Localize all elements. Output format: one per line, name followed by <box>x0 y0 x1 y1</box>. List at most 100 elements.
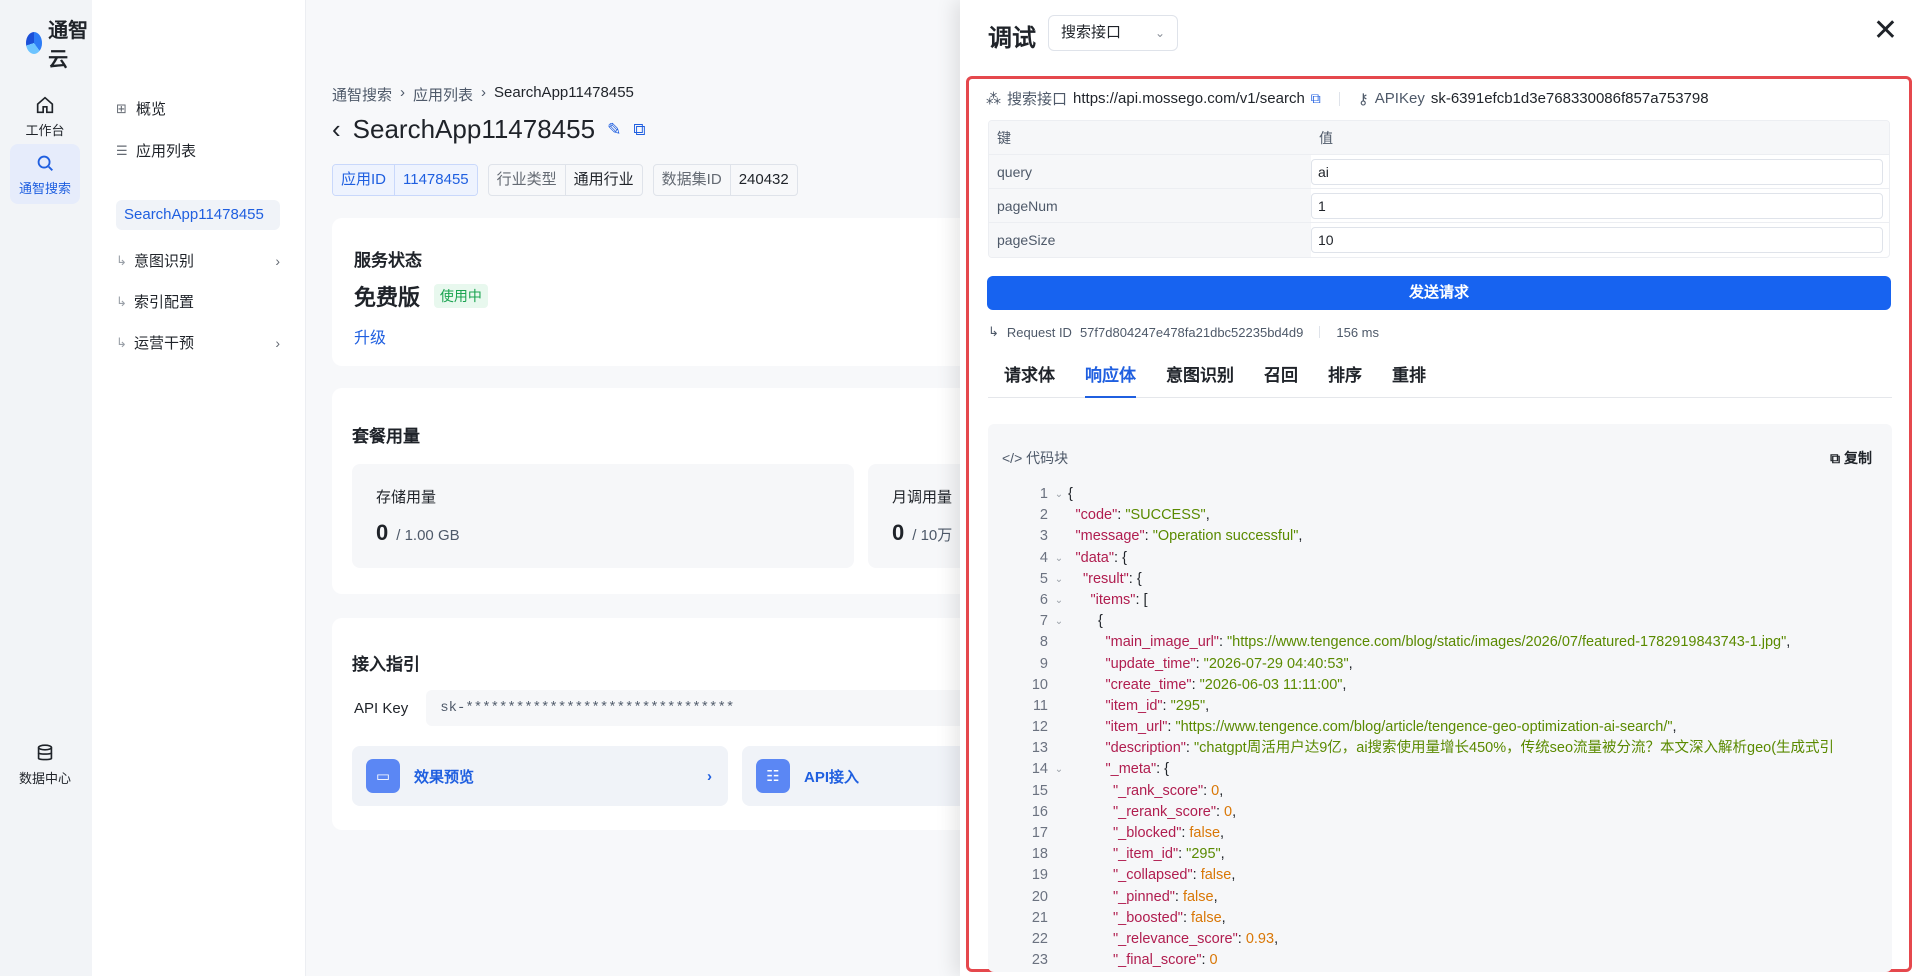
card-title: 接入指引 <box>352 655 420 674</box>
code-line: 17 "_blocked": false, <box>988 823 1892 844</box>
code-copy-button[interactable]: ⧉ 复制 <box>1830 448 1872 468</box>
rail-item-workbench[interactable]: 工作台 <box>10 86 80 146</box>
tab-intent[interactable]: 意图识别 <box>1166 358 1234 398</box>
param-value-input[interactable]: 1 <box>1311 193 1883 219</box>
copy-icon[interactable]: ⧉ <box>1311 90 1321 107</box>
preview-entry[interactable]: ▭ 效果预览 › <box>352 746 728 806</box>
line-number: 11 <box>1032 697 1048 714</box>
param-key: pageSize <box>989 223 1311 257</box>
param-key: pageNum <box>989 189 1311 222</box>
usage-unit: / 10万 <box>912 527 953 544</box>
edit-icon[interactable]: ✎ <box>607 120 621 140</box>
endpoint-label: 搜索接口 <box>1007 91 1068 108</box>
code-line: 5 ⌄ "result": { <box>988 569 1892 590</box>
brand-logo[interactable]: 通智云 <box>26 14 92 72</box>
response-tabs: 请求体 响应体 意图识别 召回 排序 重排 <box>988 358 1892 398</box>
tag-value: 通用行业 <box>573 171 634 188</box>
breadcrumb-item[interactable]: 通智搜索 <box>332 84 392 105</box>
fold-chevron-icon[interactable]: ⌄ <box>1052 569 1066 590</box>
home-icon <box>36 96 54 113</box>
copy-label: 复制 <box>1844 450 1872 466</box>
json-key: "_pinned" <box>1113 888 1175 905</box>
fold-chevron-icon[interactable]: ⌄ <box>1052 759 1066 780</box>
tab-rerank[interactable]: 重排 <box>1392 358 1426 398</box>
code-label: 代码块 <box>1026 450 1069 466</box>
interface-select[interactable]: 搜索接口 ⌄ <box>1048 15 1178 51</box>
subnav-item-label: 意图识别 <box>134 253 195 270</box>
key-icon: ⚷ <box>1357 90 1369 108</box>
json-punct: , <box>1298 528 1303 545</box>
json-punct: , <box>1786 634 1791 651</box>
code-line: 11 "item_id": "295", <box>988 696 1892 717</box>
branch-icon: ↳ <box>988 324 999 339</box>
param-value-input[interactable]: ai <box>1311 159 1883 185</box>
line-number: 13 <box>1031 740 1048 757</box>
breadcrumb-item[interactable]: 应用列表 <box>413 84 473 105</box>
divider <box>1319 326 1321 338</box>
line-number: 12 <box>1031 719 1048 736</box>
entry-label: API接入 <box>804 768 860 786</box>
json-key: "_boosted" <box>1113 909 1183 926</box>
tab-recall[interactable]: 召回 <box>1264 358 1298 398</box>
fold-chevron-icon[interactable]: ⌄ <box>1052 611 1066 632</box>
subnav-item-index[interactable]: ↳ 索引配置 <box>116 291 280 312</box>
fold-chevron-icon[interactable]: ⌄ <box>1052 484 1066 505</box>
api-key-value[interactable]: sk-******************************** <box>426 690 987 726</box>
header-key: 键 <box>989 121 1311 154</box>
json-literal: false <box>1189 825 1221 841</box>
rail-item-data-center[interactable]: 数据中心 <box>10 734 80 794</box>
tag-dataset-id[interactable]: 数据集ID 240432 <box>652 164 798 196</box>
apikey-label: APIKey <box>1374 90 1425 107</box>
line-text: "main_image_url": "https://www.tengence.… <box>1066 632 1791 653</box>
line-text: "description": "chatgpt周活用户达9亿，ai搜索使用量增长… <box>1066 738 1835 759</box>
subnav-item-app-list[interactable]: ☰ 应用列表 <box>116 140 196 161</box>
code-line: 21 "_boosted": false, <box>988 908 1892 929</box>
tag-key: 应用ID <box>333 165 396 195</box>
tab-response-body[interactable]: 响应体 <box>1085 358 1136 398</box>
fold-chevron-icon[interactable]: ⌄ <box>1052 590 1066 611</box>
line-text: "item_id": "295", <box>1066 696 1210 717</box>
subnav-item-intent[interactable]: ↳ 意图识别 › <box>116 250 280 271</box>
json-punct: : <box>1201 952 1210 969</box>
json-punct: : <box>1195 655 1204 672</box>
chevron-right-icon: › <box>275 252 280 269</box>
close-icon[interactable]: ✕ <box>1873 16 1898 46</box>
api-entry[interactable]: ☷ API接入 <box>742 746 982 806</box>
breadcrumb-separator: › <box>400 84 406 101</box>
back-icon[interactable]: ‹ <box>332 114 341 145</box>
json-punct: : <box>1144 528 1153 545</box>
line-number: 16 <box>1031 803 1048 820</box>
json-punct: , <box>1220 846 1225 863</box>
code-line: 13 "description": "chatgpt周活用户达9亿，ai搜索使用量… <box>988 738 1892 759</box>
send-request-button[interactable]: 发送请求 <box>987 276 1891 310</box>
tab-ranking[interactable]: 排序 <box>1328 358 1362 398</box>
param-value-input[interactable]: 10 <box>1311 227 1883 253</box>
usage-label: 存储用量 <box>376 489 437 506</box>
json-literal: 0 <box>1209 952 1218 969</box>
code-line: 19 "_collapsed": false, <box>988 865 1892 886</box>
fold-chevron-icon[interactable]: ⌄ <box>1052 548 1066 569</box>
current-app-item[interactable]: SearchApp11478455 <box>116 200 280 230</box>
chevron-down-icon: ⌄ <box>1154 26 1165 40</box>
code-lines: 1 ⌄{2 "code": "SUCCESS", 3 "message": "Opera… <box>988 484 1892 971</box>
rail-item-search[interactable]: 通智搜索 <box>10 144 80 204</box>
code-line: 20 "_pinned": false, <box>988 887 1892 908</box>
tag-key: 数据集ID <box>654 165 731 195</box>
json-punct: : [ <box>1135 591 1148 608</box>
code-line: 12 "item_url": "https://www.tengence.com/… <box>988 717 1892 738</box>
json-key: "_blocked" <box>1113 825 1182 841</box>
subnav-item-overview[interactable]: ⊞ 概览 <box>116 98 166 119</box>
json-punct: : <box>1178 846 1187 863</box>
code-line: 22 "_relevance_score": 0.93, <box>988 929 1892 950</box>
upgrade-link[interactable]: 升级 <box>354 324 386 348</box>
subnav-item-label: 索引配置 <box>134 294 195 311</box>
json-punct: : <box>1203 782 1212 799</box>
subnav-item-operations[interactable]: ↳ 运营干预 › <box>116 332 280 353</box>
copy-icon[interactable]: ⧉ <box>633 120 645 140</box>
tab-request-body[interactable]: 请求体 <box>1004 358 1055 398</box>
